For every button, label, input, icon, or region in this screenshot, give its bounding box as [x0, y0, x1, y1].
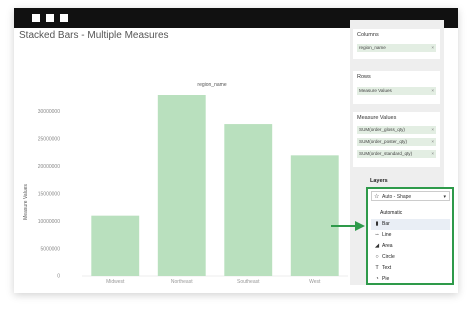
- chart-title: Stacked Bars - Multiple Measures: [19, 30, 169, 41]
- bar-west[interactable]: [290, 155, 339, 276]
- layer-type-selected: Auto - Shape: [382, 194, 412, 200]
- bar-chart-icon: ▮: [375, 221, 379, 227]
- rows-title: Rows: [357, 74, 371, 80]
- columns-title: Columns: [357, 32, 379, 38]
- pill-label: SUM(order_gloss_qty): [359, 127, 405, 132]
- rows-panel: Rows Measure Values ×: [353, 71, 440, 104]
- pill-label: SUM(order_standard_qty): [359, 151, 413, 156]
- layer-option-line[interactable]: ∽ Line: [371, 230, 450, 241]
- circle-icon: ○: [375, 254, 379, 260]
- layers-title: Layers: [370, 178, 388, 184]
- chevron-down-icon[interactable]: ▾: [443, 192, 446, 202]
- line-chart-icon: ∽: [374, 232, 380, 238]
- arrow-right-icon: [331, 221, 365, 231]
- star-icon: ☆: [374, 194, 380, 200]
- option-label: Line: [382, 232, 392, 238]
- remove-icon[interactable]: ×: [431, 87, 434, 95]
- remove-icon[interactable]: ×: [431, 44, 434, 52]
- layer-option-circle[interactable]: ○ Circle: [371, 252, 450, 263]
- x-tick-label: Midwest: [106, 279, 125, 285]
- pill-label: Measure Values: [359, 88, 392, 93]
- row-pill-measure-values[interactable]: Measure Values ×: [357, 87, 436, 95]
- x-tick-label: West: [309, 279, 321, 285]
- option-label: Area: [382, 243, 393, 249]
- y-tick-label: 30000000: [38, 109, 60, 115]
- measure-pill-gloss[interactable]: SUM(order_gloss_qty) ×: [357, 126, 436, 134]
- x-axis-title: region_name: [197, 82, 226, 88]
- remove-icon[interactable]: ×: [431, 150, 434, 158]
- bar-northeast[interactable]: [157, 95, 206, 276]
- window-dot-3[interactable]: [60, 14, 68, 22]
- y-tick-label: 10000000: [38, 219, 60, 225]
- layer-option-automatic[interactable]: Automatic: [371, 208, 450, 219]
- window-dot-1[interactable]: [32, 14, 40, 22]
- option-label: Text: [382, 265, 392, 271]
- bar-southeast[interactable]: [224, 124, 273, 276]
- y-tick-label: 20000000: [38, 164, 60, 170]
- window-dot-2[interactable]: [46, 14, 54, 22]
- chart-area: region_name Measure Values 0 5000000 10000…: [14, 28, 364, 293]
- column-pill-region-name[interactable]: region_name ×: [357, 44, 436, 52]
- columns-panel: Columns region_name ×: [353, 29, 440, 59]
- layer-option-area[interactable]: ◢ Area: [371, 241, 450, 252]
- bar-midwest[interactable]: [91, 215, 140, 276]
- option-label: Automatic: [380, 210, 403, 216]
- text-icon: T: [375, 265, 379, 271]
- remove-icon[interactable]: ×: [431, 138, 434, 146]
- layer-option-bar[interactable]: ▮ Bar: [371, 219, 450, 230]
- y-axis-title: Measure Values: [23, 184, 29, 220]
- measure-values-panel: Measure Values SUM(order_gloss_qty) × SUM…: [353, 112, 440, 167]
- option-label: Circle: [382, 254, 395, 260]
- bar-chart: region_name Measure Values 0 5000000 10000…: [23, 82, 348, 285]
- pill-label: SUM(order_poster_qty): [359, 139, 407, 144]
- area-chart-icon: ◢: [374, 243, 380, 249]
- y-tick-label: 0: [57, 274, 60, 280]
- layer-option-pie[interactable]: ◔ Pie: [371, 274, 450, 285]
- layer-option-text[interactable]: T Text: [371, 263, 450, 274]
- remove-icon[interactable]: ×: [431, 126, 434, 134]
- measure-pill-poster[interactable]: SUM(order_poster_qty) ×: [357, 138, 436, 146]
- measure-values-title: Measure Values: [357, 115, 397, 121]
- measure-pill-standard[interactable]: SUM(order_standard_qty) ×: [357, 150, 436, 158]
- layers-dropdown-panel: ☆ Auto - Shape ▾ Automatic ▮ Bar ∽ Line …: [366, 187, 454, 285]
- pill-label: region_name: [359, 45, 386, 50]
- option-label: Bar: [382, 221, 390, 227]
- pie-chart-icon: ◔: [375, 276, 379, 282]
- x-tick-label: Northeast: [171, 279, 193, 285]
- y-tick-label: 15000000: [38, 191, 60, 197]
- y-tick-label: 25000000: [38, 137, 60, 143]
- layer-type-select[interactable]: ☆ Auto - Shape ▾: [371, 191, 450, 201]
- x-tick-label: Southeast: [237, 279, 260, 285]
- y-tick-label: 5000000: [41, 246, 61, 252]
- option-label: Pie: [382, 276, 390, 282]
